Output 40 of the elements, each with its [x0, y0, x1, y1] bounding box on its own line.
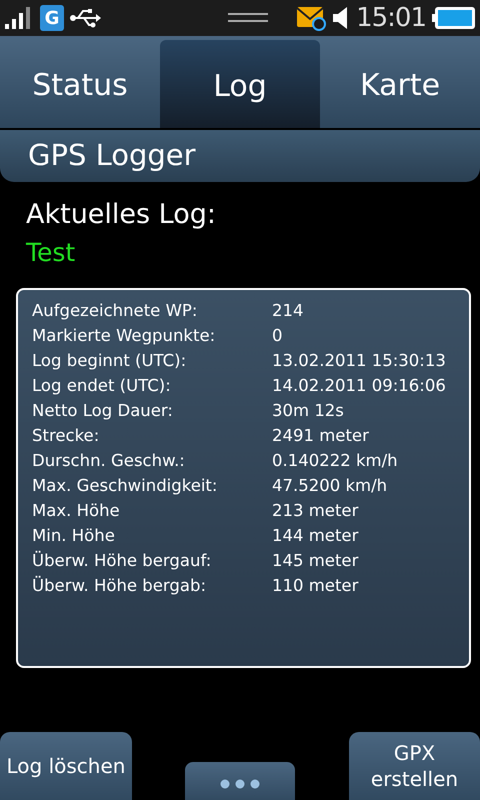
usb-icon	[70, 7, 102, 29]
stat-label: Überw. Höhe bergauf:	[32, 550, 212, 572]
stat-label: Min. Höhe	[32, 525, 116, 547]
stat-value: 30m 12s	[272, 400, 344, 422]
battery-icon	[432, 6, 476, 30]
stat-label: Log beginnt (UTC):	[32, 350, 188, 372]
more-icon	[220, 779, 260, 789]
stat-value: 110 meter	[272, 575, 358, 597]
stat-label: Markierte Wegpunkte:	[32, 325, 216, 347]
current-log-name: Test	[26, 237, 76, 269]
tab[interactable]: Log	[160, 40, 320, 128]
stat-label: Aufgezeichnete WP:	[32, 300, 198, 322]
stat-value: 0.140222 km/h	[272, 450, 398, 472]
stat-label: Max. Geschwindigkeit:	[32, 475, 218, 497]
handle-icon[interactable]	[228, 12, 268, 24]
stat-value: 47.5200 km/h	[272, 475, 388, 497]
create-gpx-button[interactable]: GPX erstellen	[349, 732, 480, 800]
stat-value: 213 meter	[272, 500, 358, 522]
stat-value: 144 meter	[272, 525, 358, 547]
clock: 15:01	[356, 2, 426, 34]
stat-value: 214	[272, 300, 304, 322]
stat-value: 0	[272, 325, 282, 347]
stat-label: Netto Log Dauer:	[32, 400, 174, 422]
tab[interactable]: Karte	[320, 38, 480, 128]
stat-label: Max. Höhe	[32, 500, 121, 522]
stat-label: Log endet (UTC):	[32, 375, 172, 397]
stat-value: 13.02.2011 15:30:13	[272, 350, 446, 372]
stat-label: Überw. Höhe bergab:	[32, 574, 208, 597]
network-icon: G	[40, 5, 64, 31]
tab[interactable]: Status	[0, 38, 160, 128]
stat-value: 2491 meter	[272, 425, 369, 447]
stat-value: 14.02.2011 09:16:06	[272, 375, 446, 397]
screen-title: GPS Logger	[0, 130, 480, 182]
stat-value: 145 meter	[272, 550, 358, 572]
delete-log-button[interactable]: Log löschen	[0, 732, 132, 800]
more-button[interactable]	[185, 762, 295, 800]
stat-label: Durschn. Geschw.:	[32, 450, 186, 472]
stat-label: Strecke:	[32, 425, 100, 447]
mail-icon	[296, 5, 326, 31]
current-log-label: Aktuelles Log:	[26, 198, 218, 232]
